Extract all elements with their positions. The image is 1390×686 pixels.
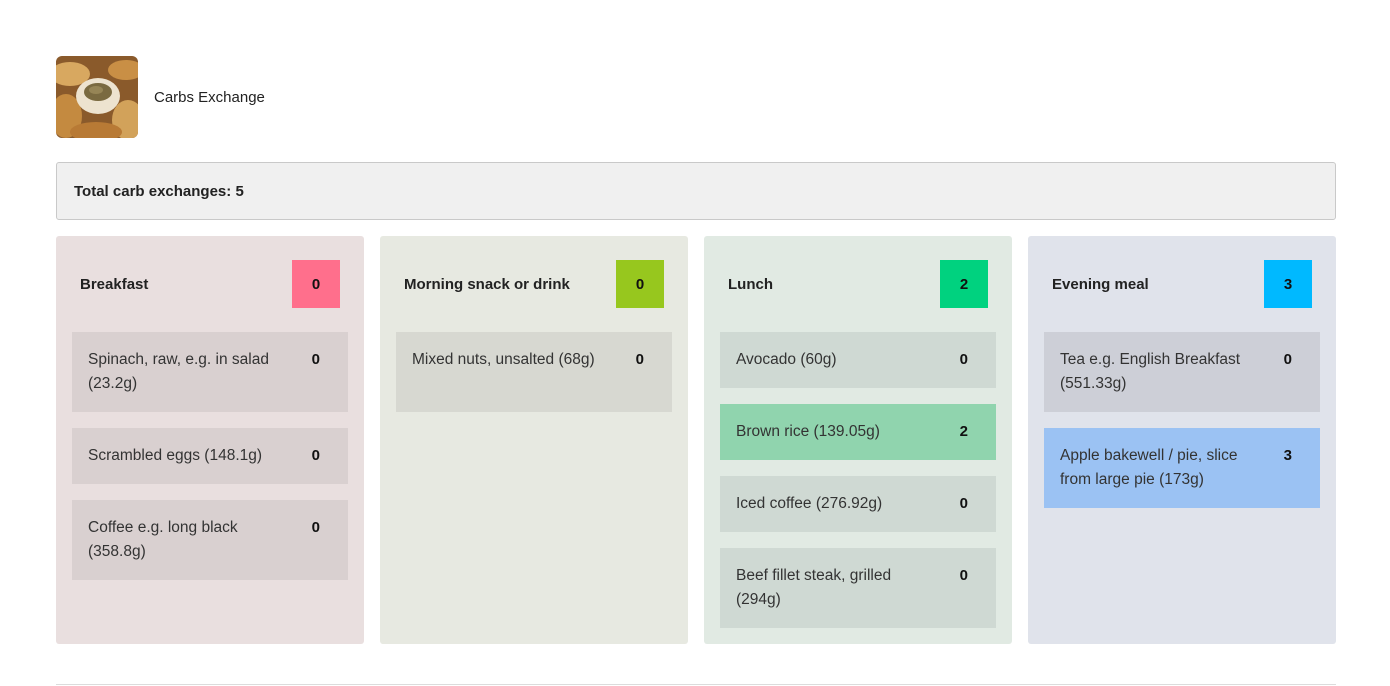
meal-count-badge: 0 [292, 260, 340, 308]
food-item[interactable]: Tea e.g. English Breakfast (551.33g) 0 [1044, 332, 1320, 412]
food-item[interactable]: Brown rice (139.05g) 2 [720, 404, 996, 460]
meal-title: Breakfast [80, 275, 149, 293]
meal-title: Morning snack or drink [404, 275, 570, 293]
food-name: Spinach, raw, e.g. in salad (23.2g) [88, 351, 269, 392]
food-name: Coffee e.g. long black (358.8g) [88, 519, 238, 560]
app-header: Carbs Exchange [56, 56, 265, 138]
bread-basket-icon [56, 56, 138, 138]
meal-title: Evening meal [1052, 275, 1149, 293]
food-name: Brown rice (139.05g) [736, 423, 880, 440]
meal-count-badge: 2 [940, 260, 988, 308]
food-name: Avocado (60g) [736, 351, 837, 368]
meal-header: Evening meal 3 [1052, 260, 1312, 308]
food-exchange-value: 0 [959, 495, 968, 512]
meal-panel-evening-meal: Evening meal 3 Tea e.g. English Breakfas… [1028, 236, 1336, 644]
food-name: Tea e.g. English Breakfast (551.33g) [1060, 351, 1241, 392]
food-item[interactable]: Coffee e.g. long black (358.8g) 0 [72, 500, 348, 580]
food-name: Beef fillet steak, grilled (294g) [736, 567, 892, 608]
food-exchange-value: 0 [311, 447, 320, 464]
food-exchange-value: 0 [635, 351, 644, 368]
food-item[interactable]: Scrambled eggs (148.1g) 0 [72, 428, 348, 484]
meal-panel-morning-snack: Morning snack or drink 0 Mixed nuts, uns… [380, 236, 688, 644]
food-exchange-value: 0 [311, 351, 320, 368]
food-name: Apple bakewell / pie, slice from large p… [1060, 447, 1238, 488]
food-exchange-value: 3 [1283, 447, 1292, 464]
food-exchange-value: 2 [959, 423, 968, 440]
food-item[interactable]: Mixed nuts, unsalted (68g) 0 [396, 332, 672, 412]
meal-header: Breakfast 0 [80, 260, 340, 308]
food-item[interactable]: Avocado (60g) 0 [720, 332, 996, 388]
food-item[interactable]: Apple bakewell / pie, slice from large p… [1044, 428, 1320, 508]
meal-count-badge: 0 [616, 260, 664, 308]
meal-panel-breakfast: Breakfast 0 Spinach, raw, e.g. in salad … [56, 236, 364, 644]
food-exchange-value: 0 [311, 519, 320, 536]
app-title: Carbs Exchange [154, 88, 265, 106]
meal-panel-lunch: Lunch 2 Avocado (60g) 0 Brown rice (139.… [704, 236, 1012, 644]
food-exchange-value: 0 [959, 351, 968, 368]
meal-title: Lunch [728, 275, 773, 293]
meal-header: Lunch 2 [728, 260, 988, 308]
meal-count-badge: 3 [1264, 260, 1312, 308]
food-name: Scrambled eggs (148.1g) [88, 447, 263, 464]
divider [56, 684, 1336, 685]
food-name: Mixed nuts, unsalted (68g) [412, 351, 595, 368]
total-exchanges-bar: Total carb exchanges: 5 [56, 162, 1336, 220]
food-exchange-value: 0 [959, 567, 968, 584]
food-name: Iced coffee (276.92g) [736, 495, 883, 512]
food-item[interactable]: Iced coffee (276.92g) 0 [720, 476, 996, 532]
total-exchanges-label: Total carb exchanges: 5 [74, 182, 244, 200]
meal-header: Morning snack or drink 0 [404, 260, 664, 308]
food-item[interactable]: Spinach, raw, e.g. in salad (23.2g) 0 [72, 332, 348, 412]
food-item[interactable]: Beef fillet steak, grilled (294g) 0 [720, 548, 996, 628]
food-exchange-value: 0 [1283, 351, 1292, 368]
